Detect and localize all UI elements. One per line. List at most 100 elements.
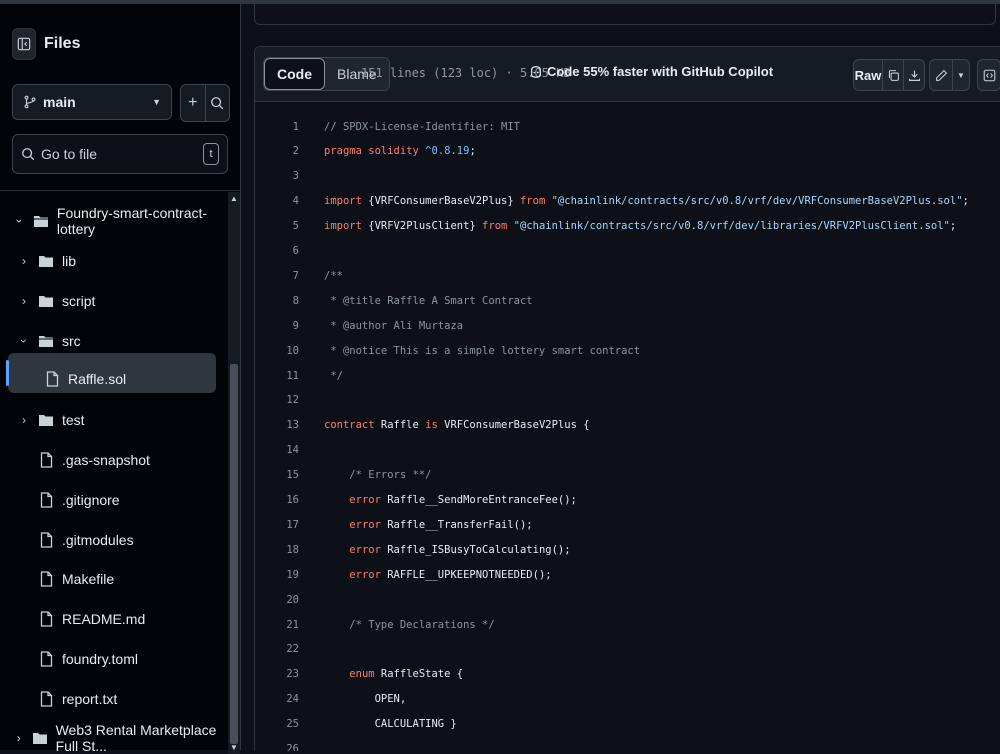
file-icon xyxy=(38,611,54,627)
sidebar-scrollbar[interactable]: ▲ ▼ xyxy=(228,192,240,754)
line-number[interactable]: 7 xyxy=(255,270,299,282)
line-number[interactable]: 14 xyxy=(255,444,299,456)
file-icon xyxy=(38,691,54,707)
code-text: /* Errors **/ xyxy=(324,469,432,482)
edit-dropdown-button[interactable]: ▼ xyxy=(953,60,969,90)
download-button[interactable] xyxy=(904,60,924,90)
chevron-right-icon[interactable]: › xyxy=(18,294,30,308)
keyboard-shortcut-hint: t xyxy=(203,143,219,165)
tree-item-label: script xyxy=(62,293,96,309)
folder-open-icon xyxy=(38,333,54,349)
line-number[interactable]: 21 xyxy=(255,619,299,631)
tree-file[interactable]: Makefile xyxy=(38,560,114,598)
line-number[interactable]: 2 xyxy=(255,145,299,157)
tree-file[interactable]: foundry.toml xyxy=(38,640,138,678)
copilot-promo-link[interactable]: Code 55% faster with GitHub Copilot xyxy=(529,64,773,79)
code-text: error Raffle_ISBusyToCalculating(); xyxy=(349,543,571,556)
scroll-down-icon[interactable]: ▼ xyxy=(228,743,240,752)
file-icon xyxy=(38,452,54,468)
search-icon xyxy=(211,97,224,110)
caret-down-icon: ▼ xyxy=(152,97,161,107)
line-number[interactable]: 19 xyxy=(255,569,299,581)
code-text: pragma solidity ^0.8.19; xyxy=(324,145,476,158)
line-number[interactable]: 5 xyxy=(255,220,299,232)
chevron-right-icon[interactable]: › xyxy=(14,731,24,745)
line-number[interactable]: 6 xyxy=(255,245,299,257)
tree-file[interactable]: report.txt xyxy=(38,680,117,718)
scroll-up-icon[interactable]: ▲ xyxy=(228,194,240,203)
line-number[interactable]: 11 xyxy=(255,370,299,382)
file-icon xyxy=(38,492,54,508)
line-number[interactable]: 8 xyxy=(255,295,299,307)
line-number[interactable]: 16 xyxy=(255,494,299,506)
line-number[interactable]: 18 xyxy=(255,544,299,556)
edit-button[interactable] xyxy=(930,60,953,90)
code-text: error Raffle__TransferFail(); xyxy=(349,518,533,531)
code-text: /** xyxy=(324,269,343,282)
tree-file[interactable]: .gitignore xyxy=(38,481,120,519)
code-line: 23 enum RaffleState { xyxy=(255,662,1000,687)
file-icon xyxy=(38,651,54,667)
tree-folder[interactable]: › test xyxy=(18,401,85,439)
tab-code[interactable]: Code xyxy=(264,58,325,90)
line-number[interactable]: 17 xyxy=(255,519,299,531)
tree-folder[interactable]: › Web3 Rental Marketplace Full St... xyxy=(14,719,228,754)
line-number[interactable]: 20 xyxy=(255,594,299,606)
line-number[interactable]: 9 xyxy=(255,320,299,332)
file-icon xyxy=(44,371,60,387)
line-number[interactable]: 24 xyxy=(255,693,299,705)
code-text: * @notice This is a simple lottery smart… xyxy=(324,344,641,357)
branch-icon xyxy=(24,95,36,109)
line-number[interactable]: 22 xyxy=(255,643,299,655)
scrollbar-thumb[interactable] xyxy=(230,364,238,744)
branch-name: main xyxy=(43,94,76,110)
go-to-file-input[interactable]: Go to file t xyxy=(12,134,228,174)
tree-file[interactable]: .gitmodules xyxy=(38,521,134,559)
tree-file[interactable]: Raffle.sol xyxy=(44,360,126,398)
line-number[interactable]: 10 xyxy=(255,345,299,357)
folder-icon xyxy=(38,293,54,309)
chevron-right-icon[interactable]: › xyxy=(18,254,30,268)
add-file-button[interactable]: + xyxy=(181,85,206,121)
search-button[interactable] xyxy=(206,85,230,121)
line-number[interactable]: 12 xyxy=(255,394,299,406)
tree-folder[interactable]: › script xyxy=(18,282,95,320)
chevron-down-icon[interactable]: › xyxy=(17,335,31,347)
chevron-down-icon[interactable]: › xyxy=(12,216,26,227)
raw-button[interactable]: Raw xyxy=(854,60,883,90)
code-line: 2 pragma solidity ^0.8.19; xyxy=(255,139,1000,164)
tree-file[interactable]: .gas-snapshot xyxy=(38,441,150,479)
symbols-button[interactable] xyxy=(977,59,1000,91)
symbols-panel-icon xyxy=(983,69,995,81)
collapse-sidebar-button[interactable] xyxy=(12,28,36,60)
code-content[interactable]: 1 // SPDX-License-Identifier: MIT 2 pragma … xyxy=(255,102,1000,751)
tree-item-label: .gitmodules xyxy=(62,532,134,548)
tree-item-label: Makefile xyxy=(62,571,115,587)
line-number[interactable]: 23 xyxy=(255,668,299,680)
copy-button[interactable] xyxy=(883,60,904,90)
line-number[interactable]: 3 xyxy=(255,170,299,182)
code-line: 3 xyxy=(255,164,1000,189)
tree-folder[interactable]: › src xyxy=(17,322,81,360)
sidebar-collapse-icon xyxy=(17,37,31,51)
code-line: 18 error Raffle_ISBusyToCalculating(); xyxy=(255,537,1000,562)
tree-folder[interactable]: › lib xyxy=(18,242,76,280)
branch-selector[interactable]: main ▼ xyxy=(12,84,172,120)
code-text: contract Raffle is VRFConsumerBaseV2Plus… xyxy=(324,419,590,432)
line-number[interactable]: 13 xyxy=(255,419,299,431)
search-placeholder: Go to file xyxy=(41,146,98,162)
tree-folder[interactable]: › Foundry-smart-contract-lottery xyxy=(12,202,228,240)
tree-item-label: .gitignore xyxy=(62,492,120,508)
line-number[interactable]: 15 xyxy=(255,469,299,481)
chevron-right-icon[interactable]: › xyxy=(18,413,30,427)
search-icon xyxy=(22,148,35,161)
line-number[interactable]: 1 xyxy=(255,121,299,133)
file-icon xyxy=(38,571,54,587)
code-text: import {VRFConsumerBaseV2Plus} from "@ch… xyxy=(324,195,969,208)
code-line: 7 /** xyxy=(255,263,1000,288)
tree-file[interactable]: README.md xyxy=(38,600,145,638)
code-text: enum RaffleState { xyxy=(349,668,464,681)
line-number[interactable]: 25 xyxy=(255,718,299,730)
line-number[interactable]: 4 xyxy=(255,195,299,207)
code-line: 26 xyxy=(255,737,1000,751)
